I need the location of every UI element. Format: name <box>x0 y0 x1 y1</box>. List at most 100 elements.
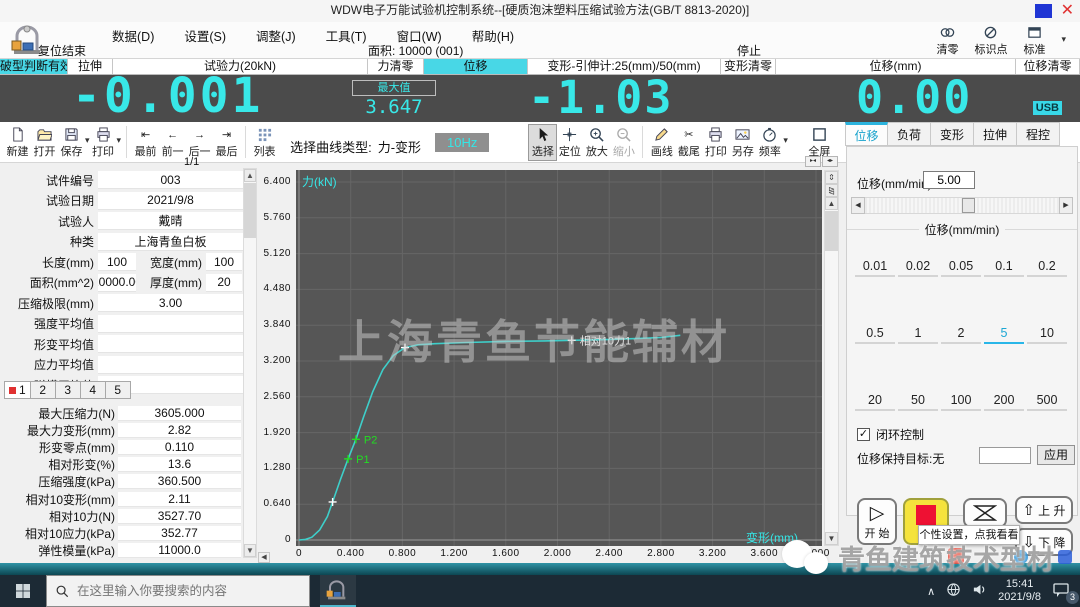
stopwatch-button[interactable]: 频率 <box>756 125 783 160</box>
field-input[interactable] <box>98 335 243 353</box>
scissors-button[interactable]: ✂截尾 <box>675 125 702 160</box>
printer-button[interactable]: 打印 <box>702 125 729 160</box>
print-button[interactable]: 打印 <box>90 125 117 160</box>
field-input[interactable]: 100 <box>98 253 136 271</box>
specimen-tab-4[interactable]: 4 <box>81 381 106 399</box>
speed-preset-button[interactable]: 0.2 <box>1027 259 1067 277</box>
slider-track[interactable] <box>865 197 1059 214</box>
field-input[interactable]: 10000.00 <box>98 274 136 292</box>
fullscreen-button[interactable]: 全屏 <box>806 125 833 160</box>
apply-button[interactable]: 应用 <box>1037 445 1075 465</box>
dropdown-caret-icon[interactable]: ▾ <box>1061 34 1066 45</box>
menu-item[interactable]: 设置(S) <box>184 26 226 45</box>
scroll-compress-icon[interactable]: ⧎ <box>825 184 838 197</box>
next-button[interactable]: →后一 <box>186 125 213 160</box>
menu-item[interactable]: 调整(J) <box>256 26 296 45</box>
speed-preset-button[interactable]: 5 <box>984 326 1024 344</box>
pane-collapse-icon[interactable]: ▸◂ <box>805 156 821 167</box>
speed-input[interactable] <box>923 171 975 189</box>
speed-preset-button[interactable]: 0.5 <box>855 326 895 344</box>
crosshair-button[interactable]: 定位 <box>556 125 583 160</box>
menu-item[interactable]: 数据(D) <box>112 26 154 45</box>
control-tab-2[interactable]: 负荷 <box>888 122 931 146</box>
speed-preset-button[interactable]: 200 <box>984 393 1024 411</box>
control-tab-5[interactable]: 程控 <box>1017 122 1060 146</box>
speed-preset-button[interactable]: 10 <box>1027 326 1067 344</box>
last-button[interactable]: ⇥最后 <box>213 125 240 160</box>
control-tab-4[interactable]: 拉伸 <box>974 122 1017 146</box>
field-input[interactable]: 上海青鱼白板 <box>98 233 243 251</box>
compress-button[interactable] <box>963 498 1007 528</box>
close-button[interactable]: ✕ <box>1061 1 1074 21</box>
menu-item[interactable]: 工具(T) <box>326 26 367 45</box>
speed-preset-button[interactable]: 0.05 <box>941 259 981 277</box>
speed-slider[interactable]: ◀ ▶ <box>851 197 1073 214</box>
clear-zero-button[interactable]: 清零 <box>936 24 958 57</box>
windows-start-button[interactable] <box>0 575 46 607</box>
chart-scrollbar[interactable]: ⇕ ⧎ ▲ ▼ <box>824 170 839 546</box>
pane-expand-icon[interactable]: ◂▸ <box>822 156 838 167</box>
pencil-button[interactable]: 画线 <box>648 125 675 160</box>
mark-point-button[interactable]: 标识点 <box>974 24 1007 57</box>
field-input[interactable]: 100 <box>206 253 242 271</box>
field-input[interactable]: 20 <box>206 274 242 292</box>
reset-end-button[interactable]: 复位结束 <box>38 42 86 59</box>
down-button[interactable]: ⇩ 下 降 <box>1015 528 1073 556</box>
dropdown-caret-icon[interactable]: ▾ <box>117 135 122 146</box>
speed-preset-button[interactable]: 100 <box>941 393 981 411</box>
dropdown-caret-icon[interactable]: ▾ <box>783 135 788 146</box>
slider-right-icon[interactable]: ▶ <box>1059 197 1073 214</box>
taskbar-clock[interactable]: 15:41 2021/9/8 <box>998 578 1041 604</box>
slider-left-icon[interactable]: ◀ <box>851 197 865 214</box>
taskbar-app-icon[interactable] <box>320 575 356 607</box>
speed-preset-button[interactable]: 20 <box>855 393 895 411</box>
new-file-button[interactable]: 新建 <box>4 125 31 160</box>
speed-preset-button[interactable]: 2 <box>941 326 981 344</box>
slider-thumb[interactable] <box>962 198 975 213</box>
scroll-stretch-icon[interactable]: ⇕ <box>825 171 838 184</box>
field-input[interactable] <box>98 356 243 374</box>
closed-loop-checkbox[interactable]: ✓ <box>857 428 870 441</box>
speed-preset-button[interactable]: 50 <box>898 393 938 411</box>
list-button[interactable]: 列表 <box>251 125 278 160</box>
prev-button[interactable]: ←前一 <box>159 125 186 160</box>
field-input[interactable]: 003 <box>98 171 243 189</box>
speed-preset-button[interactable]: 0.01 <box>855 259 895 277</box>
zoom-out-button[interactable]: 缩小 <box>610 125 637 160</box>
network-globe-icon[interactable] <box>946 582 961 600</box>
scroll-up-icon[interactable]: ▲ <box>825 197 838 210</box>
menu-item[interactable]: 帮助(H) <box>472 26 514 45</box>
scroll-left-icon[interactable]: ◀ <box>258 552 270 563</box>
control-tab-3[interactable]: 变形 <box>931 122 974 146</box>
minimize-button[interactable] <box>1035 4 1052 18</box>
control-tab-1[interactable]: 位移 <box>845 122 888 146</box>
taskbar-search[interactable] <box>46 575 310 607</box>
specimen-tab-2[interactable]: 2 <box>31 381 56 399</box>
notification-icon[interactable]: 3 <box>1052 582 1072 600</box>
chart-plot-area[interactable]: 力(kN) 变形(mm) P1P2相对10力1 <box>296 170 822 546</box>
zoom-in-button[interactable]: 放大 <box>583 125 610 160</box>
field-input[interactable]: 2021/9/8 <box>98 192 243 210</box>
search-input[interactable] <box>77 584 287 598</box>
speaker-icon[interactable] <box>972 582 987 600</box>
specimen-tab-5[interactable]: 5 <box>106 381 131 399</box>
scrollbar-thumb[interactable] <box>825 211 838 251</box>
tray-chevron-icon[interactable]: ∧ <box>927 585 935 598</box>
open-folder-button[interactable]: 打开 <box>31 125 58 160</box>
field-input[interactable]: 3.00 <box>98 294 243 312</box>
field-input[interactable]: 戴晴 <box>98 212 243 230</box>
save-button[interactable]: 保存 <box>58 125 85 160</box>
up-button[interactable]: ⇧ 上 升 <box>1015 496 1073 524</box>
scroll-down-icon[interactable]: ▼ <box>825 532 838 545</box>
first-button[interactable]: ⇤最前 <box>132 125 159 160</box>
speed-preset-button[interactable]: 1 <box>898 326 938 344</box>
standard-button[interactable]: 标准 <box>1023 24 1045 57</box>
specimen-tab-1[interactable]: 1 <box>4 381 31 399</box>
cursor-button[interactable]: 选择 <box>529 125 556 160</box>
start-button[interactable]: ▷ 开 始 <box>857 498 897 545</box>
speed-preset-button[interactable]: 0.02 <box>898 259 938 277</box>
speed-preset-button[interactable]: 0.1 <box>984 259 1024 277</box>
image-button[interactable]: 另存 <box>729 125 756 160</box>
speed-preset-button[interactable]: 500 <box>1027 393 1067 411</box>
field-input[interactable] <box>98 315 243 333</box>
